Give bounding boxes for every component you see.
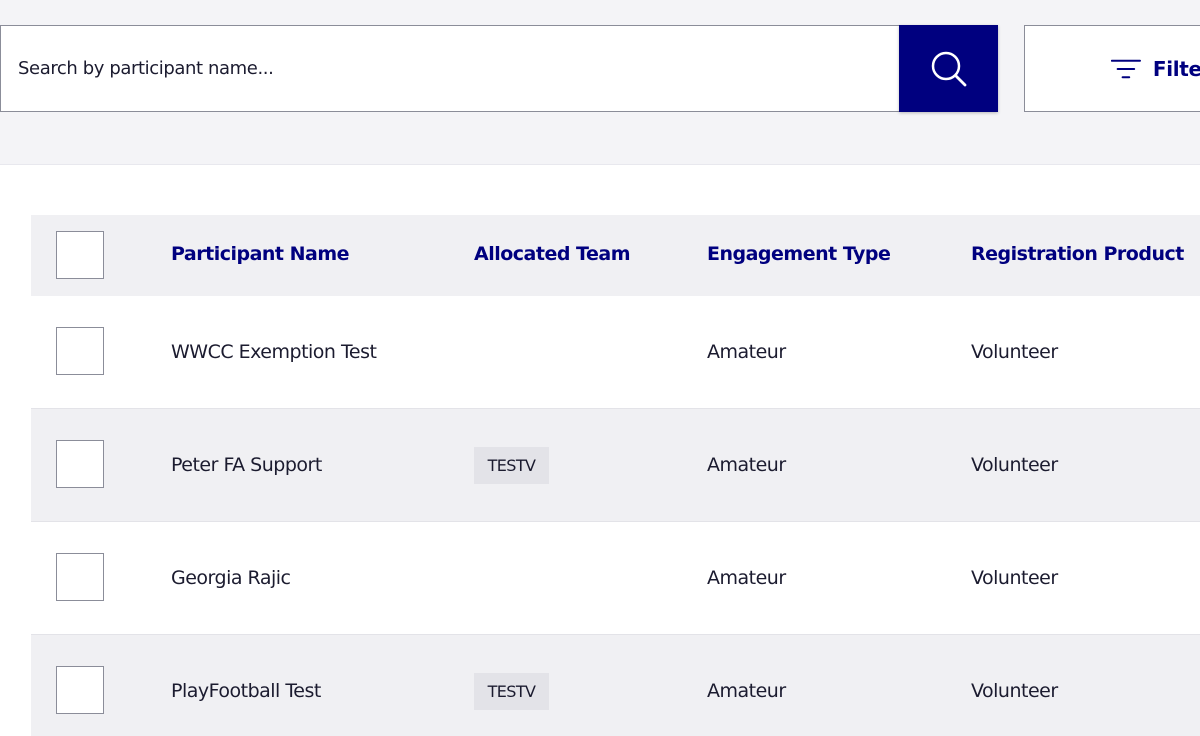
participant-name: PlayFootball Test <box>171 680 321 702</box>
table-row[interactable]: Georgia Rajic Amateur Volunteer <box>31 522 1200 635</box>
row-checkbox[interactable] <box>56 440 104 488</box>
table-row[interactable]: WWCC Exemption Test Amateur Volunteer <box>31 296 1200 409</box>
engagement-type: Amateur <box>707 680 786 702</box>
team-badge: TESTV <box>474 673 549 710</box>
select-all-checkbox[interactable] <box>56 231 104 279</box>
participants-table: Participant Name Allocated Team Engageme… <box>31 215 1200 736</box>
column-header-participant-name[interactable]: Participant Name <box>171 243 350 265</box>
team-badge: TESTV <box>474 447 549 484</box>
participants-page: Filters Participant Name Allocated Team … <box>0 0 1200 736</box>
registration-product: Volunteer <box>971 680 1058 702</box>
table-row[interactable]: Peter FA Support TESTV Amateur Volunteer <box>31 409 1200 522</box>
participant-name: Georgia Rajic <box>171 567 291 589</box>
search-toolbar: Filters <box>0 0 1200 165</box>
engagement-type: Amateur <box>707 567 786 589</box>
row-checkbox[interactable] <box>56 327 104 375</box>
engagement-type: Amateur <box>707 341 786 363</box>
search-icon <box>931 51 966 86</box>
column-header-allocated-team[interactable]: Allocated Team <box>474 243 631 265</box>
table-header: Participant Name Allocated Team Engageme… <box>31 215 1200 296</box>
registration-product: Volunteer <box>971 341 1058 363</box>
row-checkbox[interactable] <box>56 553 104 601</box>
column-header-registration-product[interactable]: Registration Product <box>971 243 1184 265</box>
filter-icon <box>1111 59 1141 78</box>
participant-name: WWCC Exemption Test <box>171 341 377 363</box>
registration-product: Volunteer <box>971 454 1058 476</box>
row-checkbox[interactable] <box>56 666 104 714</box>
column-header-engagement-type[interactable]: Engagement Type <box>707 243 891 265</box>
participant-name: Peter FA Support <box>171 454 322 476</box>
table-row[interactable]: PlayFootball Test TESTV Amateur Voluntee… <box>31 635 1200 736</box>
registration-product: Volunteer <box>971 567 1058 589</box>
engagement-type: Amateur <box>707 454 786 476</box>
search-button[interactable] <box>899 25 998 112</box>
filter-button-label: Filters <box>1152 56 1200 81</box>
filter-button[interactable]: Filters <box>1024 25 1200 112</box>
search-input[interactable] <box>0 25 899 112</box>
